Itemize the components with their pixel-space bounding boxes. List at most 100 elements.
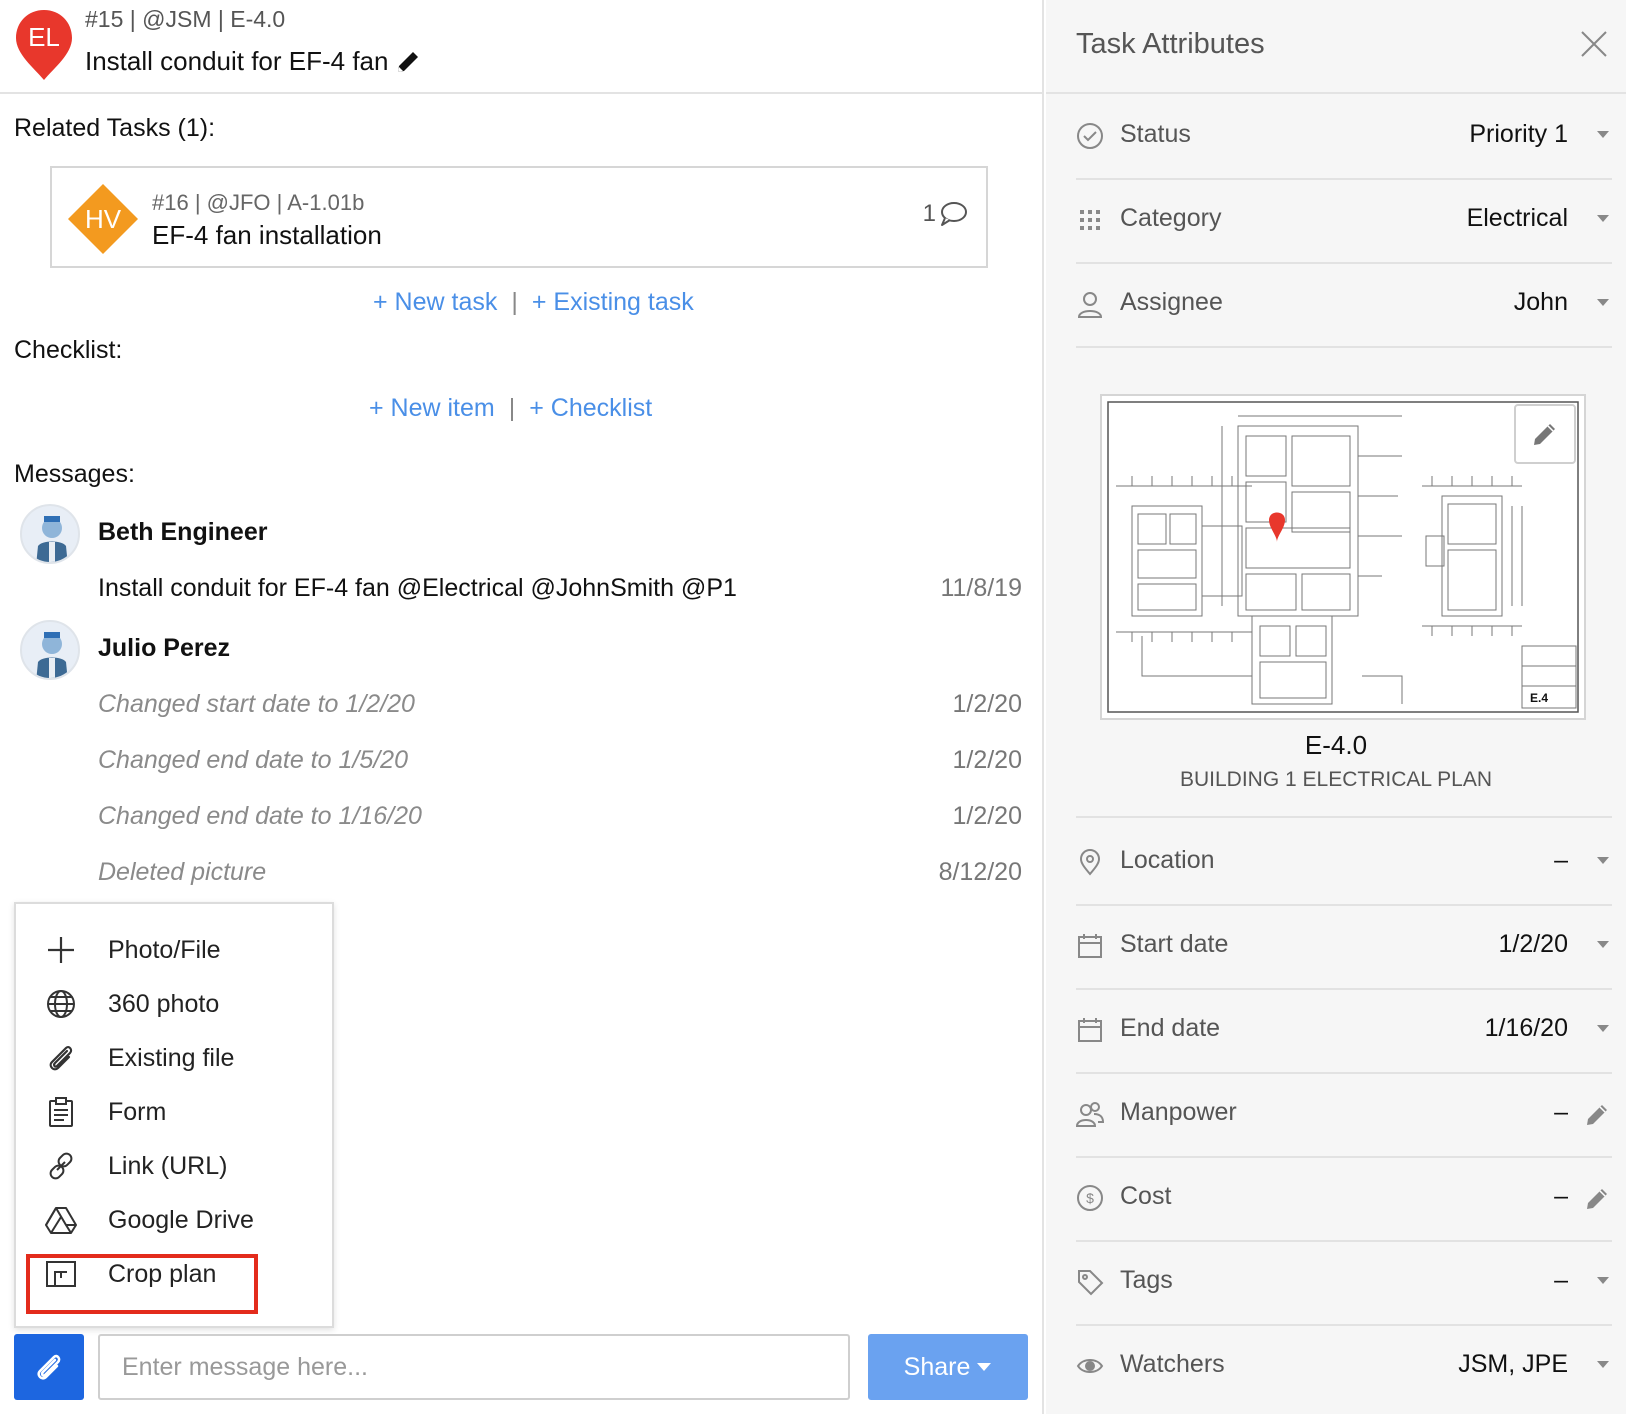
location-pin-icon (1079, 848, 1101, 876)
existing-task-link[interactable]: + Existing task (532, 288, 694, 317)
share-button[interactable]: Share (868, 1334, 1028, 1400)
checklist-label: Checklist: (14, 336, 123, 364)
avatar (20, 620, 80, 680)
new-task-link[interactable]: + New task (373, 288, 497, 317)
task-attributes-title: Task Attributes (1076, 28, 1265, 60)
attribute-label: Assignee (1120, 288, 1223, 316)
attribute-start-date[interactable]: Start date 1/2/20 (1076, 906, 1612, 990)
user-avatar-icon (36, 516, 68, 562)
menu-item-label: 360 photo (108, 989, 220, 1018)
task-meta: #15 | @JSM | E-4.0 (85, 6, 286, 32)
attribute-manpower[interactable]: Manpower – (1076, 1074, 1612, 1158)
messages-label: Messages: (14, 460, 135, 488)
task-detail-panel: EL #15 | @JSM | E-4.0 Install conduit fo… (0, 0, 1044, 1414)
link-icon (44, 1149, 78, 1183)
plan-description: BUILDING 1 ELECTRICAL PLAN (1180, 768, 1492, 791)
paperclip-icon (44, 1041, 78, 1075)
plus-icon (44, 933, 78, 967)
related-task-card[interactable]: HV #16 | @JFO | A-1.01b EF-4 fan install… (50, 166, 988, 268)
chevron-down-icon (1597, 131, 1609, 138)
attribute-assignee[interactable]: Assignee John (1076, 264, 1612, 348)
related-task-actions: + New task | + Existing task (373, 288, 694, 317)
menu-item-label: Google Drive (108, 1205, 254, 1234)
attribute-value: 1/2/20 (1498, 930, 1568, 958)
message-author: Julio Perez (98, 634, 230, 662)
activity-log-text: Changed end date to 1/16/20 (98, 802, 422, 830)
attach-button[interactable] (14, 1334, 84, 1400)
calendar-icon (1078, 1018, 1102, 1042)
new-item-link[interactable]: + New item (369, 394, 495, 423)
chevron-down-icon (1597, 941, 1609, 948)
user-icon (1077, 292, 1103, 318)
checklist-link[interactable]: + Checklist (529, 394, 652, 423)
pencil-icon[interactable] (1584, 1184, 1612, 1212)
activity-log-date: 1/2/20 (952, 746, 1022, 774)
activity-log-text: Deleted picture (98, 858, 267, 886)
edit-plan-button[interactable] (1514, 404, 1576, 464)
checklist-actions: + New item | + Checklist (369, 394, 652, 423)
activity-log-date: 8/12/20 (938, 858, 1022, 886)
menu-item-360-photo[interactable]: 360 photo (16, 978, 332, 1030)
attribute-label: Cost (1120, 1182, 1172, 1210)
attribute-label: Manpower (1120, 1098, 1237, 1126)
svg-text:$: $ (1086, 1190, 1094, 1206)
chevron-down-icon (1597, 215, 1609, 222)
comment-bubble-icon (941, 202, 967, 226)
comment-count-value: 1 (922, 200, 936, 227)
google-drive-icon (44, 1203, 78, 1237)
message-date: 11/8/19 (940, 574, 1022, 602)
check-circle-icon (1077, 123, 1103, 149)
attribute-location[interactable]: Location – (1076, 822, 1612, 906)
menu-item-google-drive[interactable]: Google Drive (16, 1194, 332, 1246)
attribute-end-date[interactable]: End date 1/16/20 (1076, 990, 1612, 1074)
paperclip-icon (37, 1354, 61, 1380)
attribute-label: End date (1120, 1014, 1221, 1042)
attribute-watchers[interactable]: Watchers JSM, JPE (1076, 1326, 1612, 1410)
chevron-down-icon (1597, 1025, 1609, 1032)
menu-item-existing-file[interactable]: Existing file (16, 1032, 332, 1084)
eye-icon (1076, 1359, 1104, 1373)
close-icon[interactable] (1580, 30, 1608, 58)
user-avatar-icon (36, 632, 68, 678)
activity-log-date: 1/2/20 (952, 802, 1022, 830)
separator: | (511, 288, 518, 316)
chevron-down-icon (1597, 299, 1609, 306)
menu-item-photo-file[interactable]: Photo/File (16, 924, 332, 976)
related-task-comment-count: 1 (923, 200, 968, 228)
menu-item-label: Form (108, 1097, 167, 1126)
pencil-icon[interactable] (1584, 1100, 1612, 1128)
menu-item-label: Link (URL) (108, 1151, 228, 1180)
activity-log-text: Changed end date to 1/5/20 (98, 746, 408, 774)
chevron-down-icon (1597, 1361, 1609, 1368)
avatar (20, 504, 80, 564)
menu-item-link-url[interactable]: Link (URL) (16, 1140, 332, 1192)
activity-log-date: 1/2/20 (952, 690, 1022, 718)
task-attributes-panel: Task Attributes Status Priority 1 Catego… (1046, 0, 1626, 1414)
attribute-value: – (1554, 1182, 1568, 1210)
plan-thumbnail[interactable]: E.4 (1100, 394, 1586, 720)
attribute-label: Watchers (1120, 1350, 1225, 1378)
plan-drawing: E.4 (1107, 401, 1579, 713)
attribute-value: JSM, JPE (1458, 1350, 1568, 1378)
plan-sheet-label: E.4 (1530, 691, 1548, 705)
attribute-status[interactable]: Status Priority 1 (1076, 96, 1612, 180)
attribute-label: Tags (1120, 1266, 1173, 1294)
task-header: EL #15 | @JSM | E-4.0 Install conduit fo… (0, 0, 1044, 94)
globe-icon (44, 987, 78, 1021)
menu-item-label: Existing file (108, 1043, 235, 1072)
attribute-value: – (1554, 1098, 1568, 1126)
menu-item-form[interactable]: Form (16, 1086, 332, 1138)
attribute-category[interactable]: Category Electrical (1076, 180, 1612, 264)
attribute-label: Start date (1120, 930, 1229, 958)
activity-log-text: Changed start date to 1/2/20 (98, 690, 415, 718)
attribute-tags[interactable]: Tags – (1076, 1242, 1612, 1326)
edit-title-pencil-icon[interactable] (394, 48, 422, 76)
message-author: Beth Engineer (98, 518, 268, 546)
divider (1076, 816, 1612, 818)
menu-item-label: Photo/File (108, 935, 221, 964)
attribute-cost[interactable]: $ Cost – (1076, 1158, 1612, 1242)
related-task-diamond-icon: HV (68, 184, 138, 254)
crop-plan-highlight-box (26, 1254, 258, 1314)
share-button-label: Share (903, 1352, 971, 1381)
message-input[interactable] (98, 1334, 850, 1400)
